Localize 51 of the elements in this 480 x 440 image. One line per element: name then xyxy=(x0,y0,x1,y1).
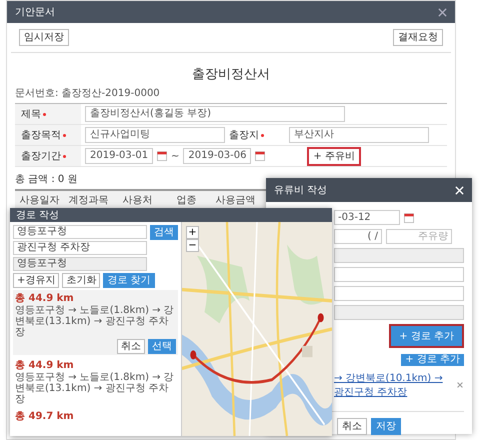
remove-icon[interactable] xyxy=(456,381,464,389)
route-item[interactable]: 총 44.9 km 영등포구청 → 노들로(1.8km) → 강변북로(13.1km) → 광진구청 주차장 xyxy=(13,357,178,406)
dialog-title: 유류비 작성 xyxy=(274,184,328,197)
cancel-button[interactable]: 취소 xyxy=(337,418,367,435)
add-waypoint-button[interactable]: +경유지 xyxy=(13,273,60,288)
route-item[interactable]: 총 44.9 km 영등포구청 → 노들로(1.8km) → 강변북로(13.1km) → 광진구청 주차장 취소 선택 xyxy=(13,290,178,355)
column-header: 사용처 xyxy=(122,194,154,207)
location-select[interactable]: 영등포구청 xyxy=(13,225,147,239)
cancel-button[interactable]: 취소 xyxy=(117,339,145,354)
document-number: 문서번호: 출장정산-2019-0000 xyxy=(15,87,161,100)
route-distance: 총 44.9 km xyxy=(15,292,75,305)
column-header: 사용금액 xyxy=(214,194,256,207)
column-header: 계정과목 xyxy=(68,194,110,207)
field-label: 출장기간 xyxy=(15,146,81,166)
subject-field[interactable]: 출장비정산서(홍길동 부장) xyxy=(85,106,345,122)
route-distance: 총 49.7 km xyxy=(15,410,75,423)
zoom-button[interactable]: + xyxy=(186,226,199,239)
window-title: 경로 작성 xyxy=(16,209,60,222)
date-field[interactable]: -03-12 xyxy=(334,210,400,225)
field-label: 제목 xyxy=(15,104,81,124)
route-item[interactable]: 총 49.7 km xyxy=(13,408,178,424)
destination-field[interactable]: 부산지사 xyxy=(289,127,429,143)
route-path: 영등포구청 → 노들로(1.8km) → 강변북로(13.1km) → 광진구청 주차장 xyxy=(15,305,175,338)
zoom-button[interactable]: − xyxy=(186,239,199,252)
add-fuel-button[interactable]: + 주유비 xyxy=(307,146,361,166)
calendar-icon[interactable] xyxy=(404,212,414,222)
route-link[interactable]: → 강변북로(10.1km) → 광진구청 주차장 xyxy=(334,371,452,399)
column-header: 업종 xyxy=(176,194,198,207)
calendar-icon[interactable] xyxy=(255,151,266,161)
close-icon[interactable] xyxy=(438,8,447,16)
date-separator: ~ xyxy=(171,150,180,162)
start-date-field[interactable]: 2019-03-01 xyxy=(85,148,153,164)
location-select[interactable]: 광진구청 주차장 xyxy=(13,241,147,255)
field-label: 출장지 xyxy=(229,128,285,142)
field-label: 출장목적 xyxy=(15,125,81,145)
reset-button[interactable]: 초기화 xyxy=(62,273,100,288)
column-header: 사용일자 xyxy=(18,194,60,207)
input-field[interactable] xyxy=(334,267,464,282)
calendar-icon[interactable] xyxy=(157,151,167,161)
document-title: 출장비정산서 xyxy=(191,66,271,83)
amount-field[interactable]: ( / xyxy=(334,229,382,244)
location-field[interactable]: 영등포구청 xyxy=(13,257,147,271)
end-date-field[interactable]: 2019-03-06 xyxy=(183,148,252,164)
save-draft-button[interactable]: 임시저장 xyxy=(19,29,69,46)
total-amount: 총 금액 : 0 원 xyxy=(15,173,78,186)
window-title: 기안문서 xyxy=(15,6,55,19)
route-path: 영등포구청 → 노들로(1.8km) → 강변북로(13.1km) → 광진구청 주차장 xyxy=(15,372,175,405)
request-approval-button[interactable]: 결재요청 xyxy=(393,29,443,46)
route-distance: 총 44.9 km xyxy=(15,359,75,372)
purpose-field[interactable]: 신규사업미팅 xyxy=(85,127,225,143)
select-field[interactable] xyxy=(334,286,464,301)
